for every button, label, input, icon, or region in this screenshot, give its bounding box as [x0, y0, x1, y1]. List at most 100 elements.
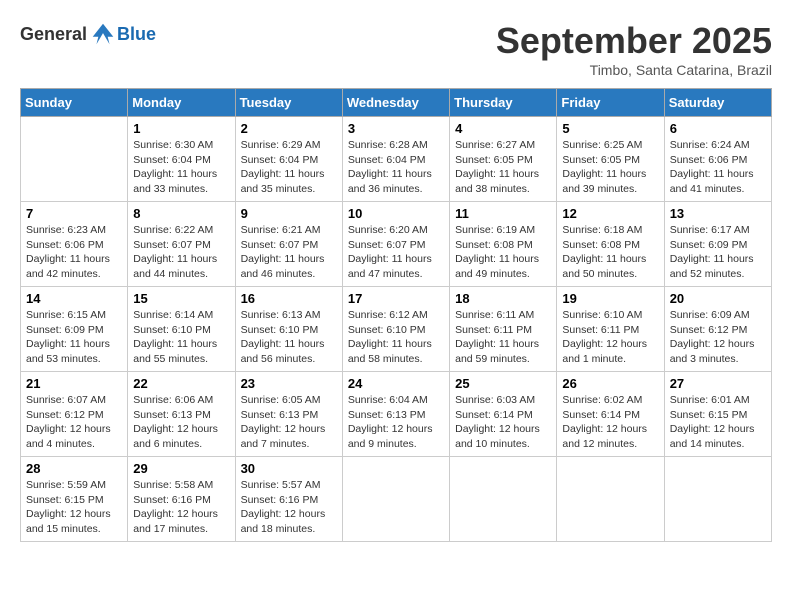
logo-blue-text: Blue [117, 24, 156, 45]
day-cell: 21 Sunrise: 6:07 AM Sunset: 6:12 PM Dayli… [21, 372, 128, 457]
day-cell: 8 Sunrise: 6:22 AM Sunset: 6:07 PM Daylig… [128, 202, 235, 287]
day-info: Sunrise: 6:09 AM Sunset: 6:12 PM Dayligh… [670, 308, 766, 367]
day-info: Sunrise: 6:04 AM Sunset: 6:13 PM Dayligh… [348, 393, 444, 452]
day-cell: 15 Sunrise: 6:14 AM Sunset: 6:10 PM Dayli… [128, 287, 235, 372]
day-number: 15 [133, 291, 229, 306]
logo-icon [89, 20, 117, 48]
day-number: 28 [26, 461, 122, 476]
column-header-sunday: Sunday [21, 89, 128, 117]
day-number: 21 [26, 376, 122, 391]
day-info: Sunrise: 5:59 AM Sunset: 6:15 PM Dayligh… [26, 478, 122, 537]
day-cell: 20 Sunrise: 6:09 AM Sunset: 6:12 PM Dayli… [664, 287, 771, 372]
column-header-tuesday: Tuesday [235, 89, 342, 117]
calendar-header-row: SundayMondayTuesdayWednesdayThursdayFrid… [21, 89, 772, 117]
day-cell [557, 457, 664, 542]
day-info: Sunrise: 6:25 AM Sunset: 6:05 PM Dayligh… [562, 138, 658, 197]
day-cell [342, 457, 449, 542]
day-info: Sunrise: 6:28 AM Sunset: 6:04 PM Dayligh… [348, 138, 444, 197]
day-info: Sunrise: 6:01 AM Sunset: 6:15 PM Dayligh… [670, 393, 766, 452]
day-info: Sunrise: 6:15 AM Sunset: 6:09 PM Dayligh… [26, 308, 122, 367]
day-info: Sunrise: 6:13 AM Sunset: 6:10 PM Dayligh… [241, 308, 337, 367]
title-block: September 2025 Timbo, Santa Catarina, Br… [496, 20, 772, 78]
day-number: 13 [670, 206, 766, 221]
day-cell: 25Sunrise: 6:03 AM Sunset: 6:14 PM Dayli… [450, 372, 557, 457]
day-number: 16 [241, 291, 337, 306]
day-number: 1 [133, 121, 229, 136]
day-info: Sunrise: 6:11 AM Sunset: 6:11 PM Dayligh… [455, 308, 551, 367]
logo-general-text: General [20, 24, 87, 45]
day-cell: 16 Sunrise: 6:13 AM Sunset: 6:10 PM Dayli… [235, 287, 342, 372]
day-cell [664, 457, 771, 542]
day-cell: 5 Sunrise: 6:25 AM Sunset: 6:05 PM Daylig… [557, 117, 664, 202]
day-number: 3 [348, 121, 444, 136]
day-number: 19 [562, 291, 658, 306]
week-row-5: 28 Sunrise: 5:59 AM Sunset: 6:15 PM Dayli… [21, 457, 772, 542]
day-number: 18 [455, 291, 551, 306]
day-cell [450, 457, 557, 542]
day-info: Sunrise: 6:02 AM Sunset: 6:14 PM Dayligh… [562, 393, 658, 452]
day-cell [21, 117, 128, 202]
day-info: Sunrise: 6:20 AM Sunset: 6:07 PM Dayligh… [348, 223, 444, 282]
day-number: 4 [455, 121, 551, 136]
day-cell: 7Sunrise: 6:23 AM Sunset: 6:06 PM Daylig… [21, 202, 128, 287]
day-info: Sunrise: 6:17 AM Sunset: 6:09 PM Dayligh… [670, 223, 766, 282]
day-number: 22 [133, 376, 229, 391]
week-row-1: 1 Sunrise: 6:30 AM Sunset: 6:04 PM Daylig… [21, 117, 772, 202]
logo: General Blue [20, 20, 156, 48]
day-cell: 26 Sunrise: 6:02 AM Sunset: 6:14 PM Dayli… [557, 372, 664, 457]
day-cell: 30 Sunrise: 5:57 AM Sunset: 6:16 PM Dayli… [235, 457, 342, 542]
day-number: 30 [241, 461, 337, 476]
day-info: Sunrise: 6:30 AM Sunset: 6:04 PM Dayligh… [133, 138, 229, 197]
column-header-friday: Friday [557, 89, 664, 117]
week-row-4: 21 Sunrise: 6:07 AM Sunset: 6:12 PM Dayli… [21, 372, 772, 457]
day-number: 11 [455, 206, 551, 221]
day-cell: 2 Sunrise: 6:29 AM Sunset: 6:04 PM Daylig… [235, 117, 342, 202]
calendar-table: SundayMondayTuesdayWednesdayThursdayFrid… [20, 88, 772, 542]
day-number: 23 [241, 376, 337, 391]
day-info: Sunrise: 5:58 AM Sunset: 6:16 PM Dayligh… [133, 478, 229, 537]
day-info: Sunrise: 6:07 AM Sunset: 6:12 PM Dayligh… [26, 393, 122, 452]
day-cell: 12Sunrise: 6:18 AM Sunset: 6:08 PM Dayli… [557, 202, 664, 287]
day-info: Sunrise: 5:57 AM Sunset: 6:16 PM Dayligh… [241, 478, 337, 537]
day-info: Sunrise: 6:29 AM Sunset: 6:04 PM Dayligh… [241, 138, 337, 197]
day-cell: 23Sunrise: 6:05 AM Sunset: 6:13 PM Dayli… [235, 372, 342, 457]
month-title: September 2025 [496, 20, 772, 62]
day-number: 10 [348, 206, 444, 221]
week-row-2: 7Sunrise: 6:23 AM Sunset: 6:06 PM Daylig… [21, 202, 772, 287]
day-info: Sunrise: 6:24 AM Sunset: 6:06 PM Dayligh… [670, 138, 766, 197]
day-cell: 24 Sunrise: 6:04 AM Sunset: 6:13 PM Dayli… [342, 372, 449, 457]
day-number: 8 [133, 206, 229, 221]
day-info: Sunrise: 6:22 AM Sunset: 6:07 PM Dayligh… [133, 223, 229, 282]
day-info: Sunrise: 6:27 AM Sunset: 6:05 PM Dayligh… [455, 138, 551, 197]
day-cell: 28 Sunrise: 5:59 AM Sunset: 6:15 PM Dayli… [21, 457, 128, 542]
day-number: 27 [670, 376, 766, 391]
day-cell: 1 Sunrise: 6:30 AM Sunset: 6:04 PM Daylig… [128, 117, 235, 202]
day-cell: 3 Sunrise: 6:28 AM Sunset: 6:04 PM Daylig… [342, 117, 449, 202]
day-cell: 6 Sunrise: 6:24 AM Sunset: 6:06 PM Daylig… [664, 117, 771, 202]
day-number: 26 [562, 376, 658, 391]
day-number: 5 [562, 121, 658, 136]
day-number: 25 [455, 376, 551, 391]
day-cell: 10 Sunrise: 6:20 AM Sunset: 6:07 PM Dayli… [342, 202, 449, 287]
column-header-thursday: Thursday [450, 89, 557, 117]
day-cell: 29Sunrise: 5:58 AM Sunset: 6:16 PM Dayli… [128, 457, 235, 542]
day-cell: 4 Sunrise: 6:27 AM Sunset: 6:05 PM Daylig… [450, 117, 557, 202]
day-number: 20 [670, 291, 766, 306]
day-number: 6 [670, 121, 766, 136]
day-cell: 22Sunrise: 6:06 AM Sunset: 6:13 PM Dayli… [128, 372, 235, 457]
column-header-wednesday: Wednesday [342, 89, 449, 117]
week-row-3: 14 Sunrise: 6:15 AM Sunset: 6:09 PM Dayli… [21, 287, 772, 372]
day-info: Sunrise: 6:10 AM Sunset: 6:11 PM Dayligh… [562, 308, 658, 367]
day-number: 9 [241, 206, 337, 221]
day-cell: 18 Sunrise: 6:11 AM Sunset: 6:11 PM Dayli… [450, 287, 557, 372]
day-cell: 14 Sunrise: 6:15 AM Sunset: 6:09 PM Dayli… [21, 287, 128, 372]
day-number: 24 [348, 376, 444, 391]
day-cell: 27 Sunrise: 6:01 AM Sunset: 6:15 PM Dayli… [664, 372, 771, 457]
day-number: 2 [241, 121, 337, 136]
day-info: Sunrise: 6:14 AM Sunset: 6:10 PM Dayligh… [133, 308, 229, 367]
day-cell: 19 Sunrise: 6:10 AM Sunset: 6:11 PM Dayli… [557, 287, 664, 372]
day-number: 14 [26, 291, 122, 306]
day-cell: 17Sunrise: 6:12 AM Sunset: 6:10 PM Dayli… [342, 287, 449, 372]
day-info: Sunrise: 6:12 AM Sunset: 6:10 PM Dayligh… [348, 308, 444, 367]
day-number: 7 [26, 206, 122, 221]
